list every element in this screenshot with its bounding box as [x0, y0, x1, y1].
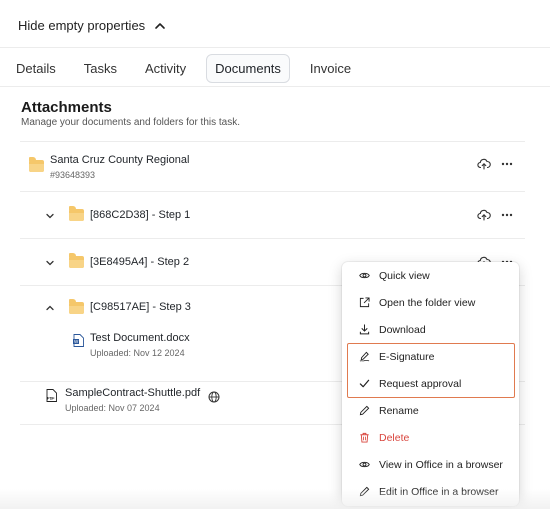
item-name: Santa Cruz County Regional [50, 154, 190, 166]
divider [0, 86, 550, 87]
globe-icon[interactable] [207, 390, 221, 404]
tab-invoice[interactable]: Invoice [302, 55, 359, 82]
external-link-icon [359, 297, 370, 308]
tab-details[interactable]: Details [8, 55, 64, 82]
hide-empty-label: Hide empty properties [18, 18, 146, 33]
chevron-up-icon [155, 22, 165, 29]
folder-icon [69, 206, 84, 221]
menu-item-delete[interactable]: Delete [342, 424, 519, 451]
trash-icon [360, 432, 369, 443]
item-name: [868C2D38] - Step 1 [90, 209, 191, 221]
more-options-icon[interactable] [500, 208, 514, 222]
menu-item-rename[interactable]: Rename [342, 397, 519, 424]
tab-documents[interactable]: Documents [206, 53, 290, 83]
tab-activity[interactable]: Activity [137, 55, 194, 82]
item-name: [3E8495A4] - Step 2 [90, 256, 190, 268]
menu-item-open-folder-view[interactable]: Open the folder view [342, 289, 519, 316]
menu-item-request-approval[interactable]: Request approval [342, 370, 519, 397]
item-upload-date: Uploaded: Nov 07 2024 [65, 403, 160, 413]
attachments-title: Attachments [21, 99, 112, 116]
chevron-up-icon[interactable] [45, 303, 55, 313]
list-item[interactable]: [868C2D38] - Step 1 [20, 192, 525, 239]
folder-icon [29, 157, 44, 172]
menu-item-e-signature[interactable]: E-Signature [342, 343, 519, 370]
menu-item-view-in-office[interactable]: View in Office in a browser [342, 451, 519, 478]
eye-icon [359, 461, 370, 468]
menu-item-download[interactable]: Download [342, 316, 519, 343]
attachments-subtitle: Manage your documents and folders for th… [21, 117, 241, 128]
divider [0, 47, 550, 48]
chevron-down-icon[interactable] [45, 211, 55, 221]
hide-empty-toggle[interactable]: Hide empty properties [18, 18, 167, 33]
pdf-icon: PDF [46, 389, 57, 402]
folder-icon [69, 253, 84, 268]
item-name: [C98517AE] - Step 3 [90, 301, 191, 313]
word-document-icon: W [73, 334, 84, 347]
download-icon [359, 324, 370, 335]
more-options-icon[interactable] [500, 157, 514, 171]
chevron-down-icon[interactable] [45, 258, 55, 268]
bottom-fade [0, 489, 550, 509]
upload-cloud-icon[interactable] [477, 208, 491, 222]
item-name: SampleContract-Shuttle.pdf [65, 387, 201, 399]
folder-icon [69, 299, 84, 314]
tab-bar: Details Tasks Activity Documents Invoice [0, 53, 371, 83]
menu-item-quick-view[interactable]: Quick view [342, 262, 519, 289]
context-menu: Quick view Open the folder view Download… [342, 262, 519, 506]
pencil-icon [359, 405, 370, 416]
signature-icon [359, 351, 370, 362]
tab-tasks[interactable]: Tasks [76, 55, 125, 82]
eye-icon [359, 272, 370, 279]
svg-text:PDF: PDF [47, 397, 55, 401]
child-upload-date: Uploaded: Nov 12 2024 [90, 348, 185, 358]
list-item[interactable]: Santa Cruz County Regional #93648393 [20, 142, 525, 192]
upload-cloud-icon[interactable] [477, 157, 491, 171]
item-id: #93648393 [50, 170, 96, 180]
child-name[interactable]: Test Document.docx [90, 332, 190, 344]
check-icon [359, 379, 370, 388]
